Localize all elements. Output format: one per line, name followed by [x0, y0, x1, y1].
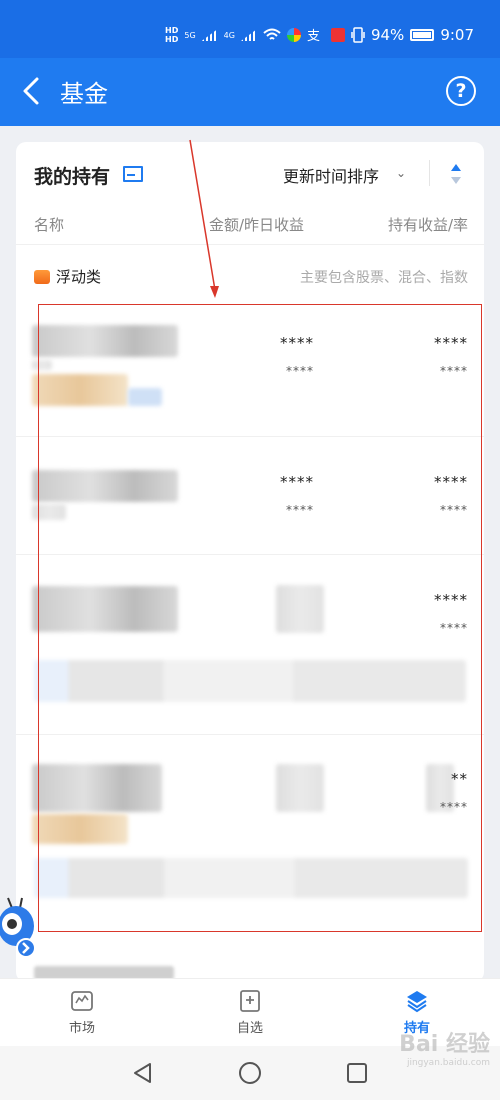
- top-nav-bar: 基金 ?: [0, 58, 500, 126]
- system-recents-icon[interactable]: [346, 1062, 368, 1084]
- hd-indicator: HD HD: [165, 26, 179, 44]
- column-header-name: 名称: [34, 216, 65, 234]
- chevron-left-icon[interactable]: [20, 76, 42, 106]
- mascot-float-button[interactable]: [0, 896, 38, 962]
- app-notification-icon: [286, 28, 301, 42]
- signal-icon: [201, 29, 218, 41]
- sort-dropdown[interactable]: 更新时间排序: [283, 163, 379, 187]
- sort-order-icon[interactable]: [450, 162, 462, 186]
- tab-label: 市场: [68, 1021, 95, 1036]
- alipay-notification-icon: 支: [307, 29, 320, 42]
- account-book-icon[interactable]: [123, 166, 143, 182]
- wallet-icon: [34, 270, 50, 284]
- system-back-icon[interactable]: [132, 1062, 154, 1084]
- battery-percentage: 94%: [370, 26, 405, 44]
- app-notification-icon-2: [330, 28, 345, 42]
- divider: [16, 244, 484, 245]
- status-bar: HD HD 5G 4G 支 94% 9:07: [0, 0, 500, 58]
- watermark: Bai 经验 jingyan.baidu.com: [399, 1032, 490, 1068]
- column-header-profit[interactable]: 持有收益/率: [388, 214, 468, 235]
- question-circle-icon[interactable]: ?: [446, 76, 476, 106]
- tab-label: 自选: [236, 1021, 263, 1036]
- system-home-icon[interactable]: [238, 1061, 262, 1085]
- network-4g-label: 4G: [223, 30, 235, 40]
- page-title: 基金: [60, 80, 108, 108]
- highlight-box: [38, 304, 482, 932]
- holdings-header: 我的持有 更新时间排序 ⌄: [16, 142, 484, 206]
- battery-icon: [410, 29, 435, 41]
- tab-watchlist[interactable]: 自选: [210, 989, 290, 1036]
- holdings-title: 我的持有: [34, 166, 111, 188]
- layers-icon: [405, 989, 429, 1013]
- category-label: 浮动类: [56, 268, 102, 286]
- category-description: 主要包含股票、混合、指数: [300, 270, 468, 286]
- svg-text:支: 支: [307, 29, 320, 42]
- wifi-icon: [263, 28, 281, 40]
- mascot-icon: [0, 897, 36, 958]
- clock: 9:07: [440, 26, 474, 44]
- vibrate-icon: [351, 27, 365, 43]
- chevron-down-icon[interactable]: ⌄: [396, 166, 406, 180]
- column-header-amount[interactable]: 金额/昨日收益: [209, 214, 304, 235]
- bookmark-add-icon: [238, 989, 262, 1013]
- network-5g-label: 5G: [184, 30, 196, 40]
- tab-market[interactable]: 市场: [42, 989, 122, 1036]
- signal-icon-2: [240, 29, 257, 41]
- divider: [429, 160, 430, 186]
- market-icon: [70, 989, 94, 1013]
